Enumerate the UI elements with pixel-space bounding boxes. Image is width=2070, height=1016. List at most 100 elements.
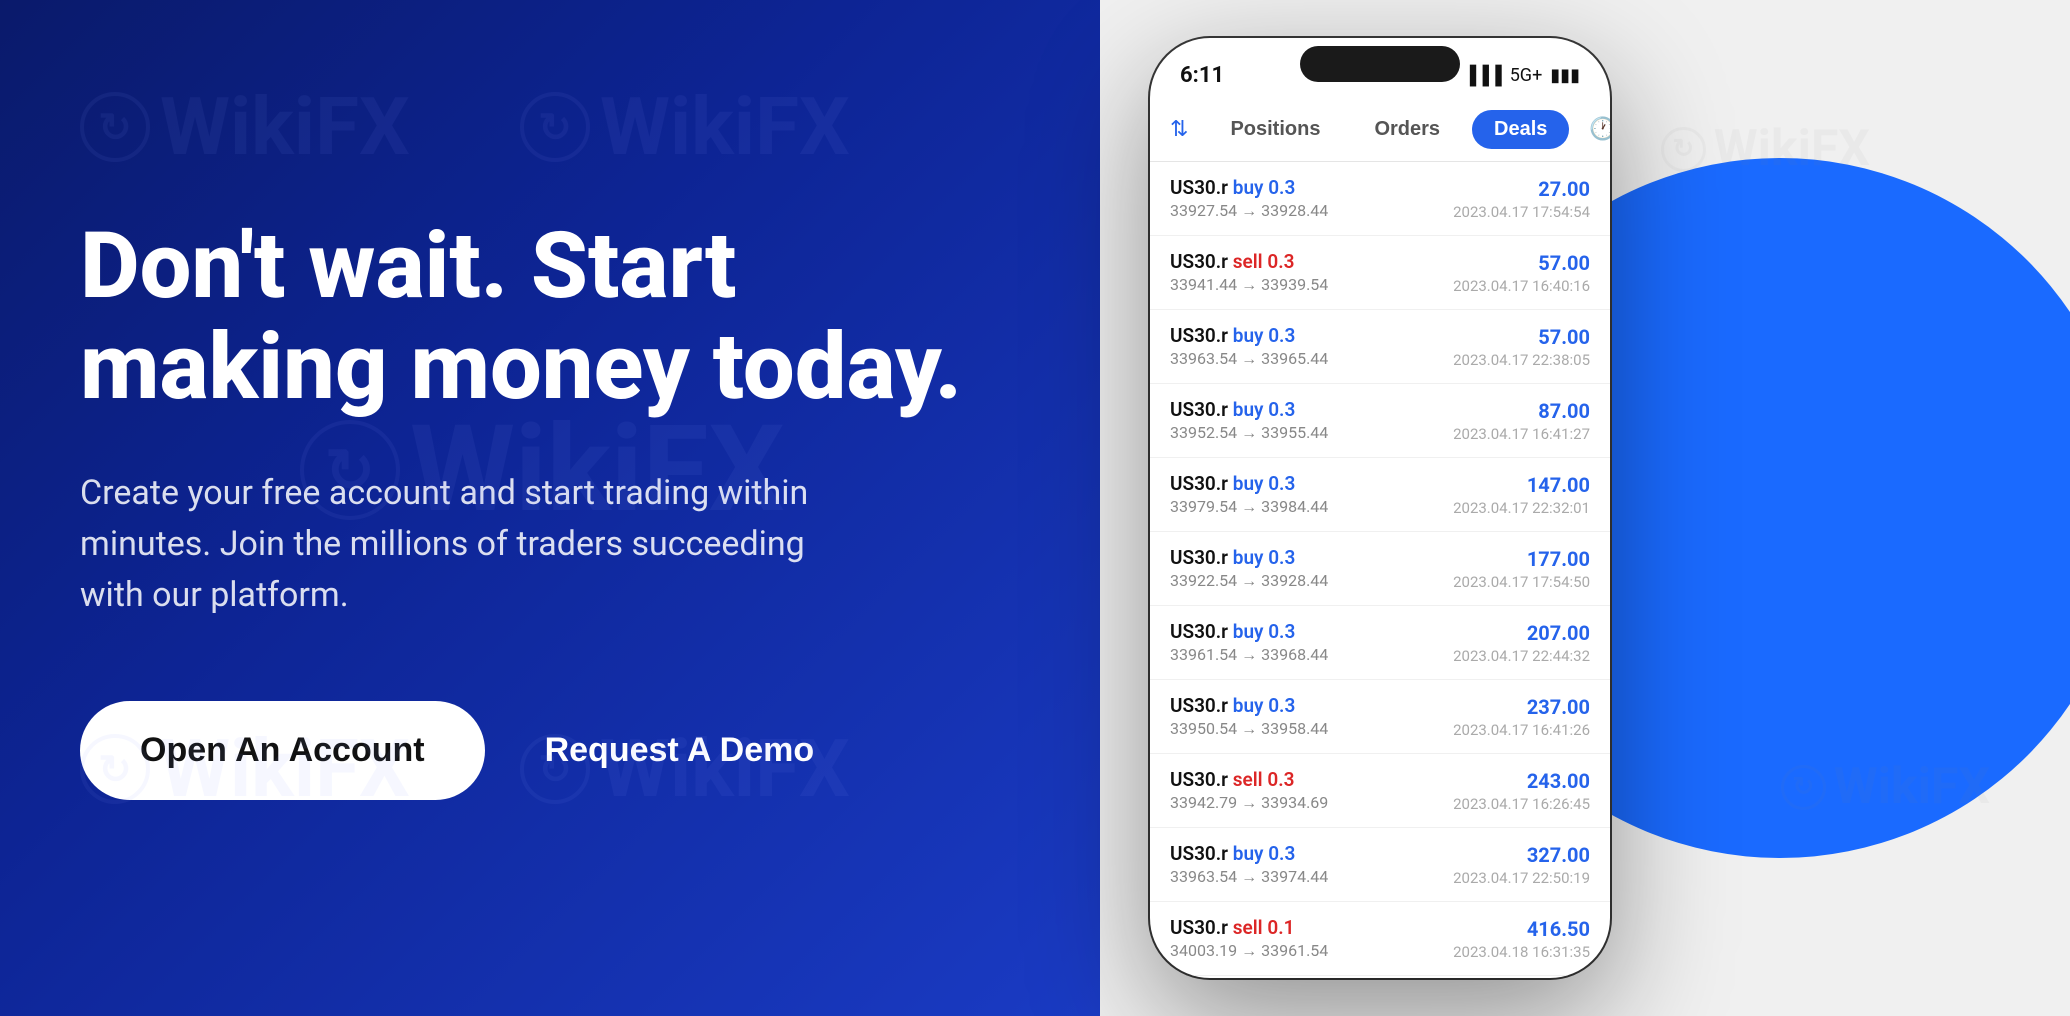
trade-instrument: US30.r sell 0.3 — [1170, 768, 1453, 791]
trade-time: 2023.04.17 22:50:19 — [1453, 869, 1590, 887]
trade-instrument: US30.r buy 0.3 — [1170, 324, 1453, 347]
trade-instrument: US30.r sell 0.1 — [1170, 916, 1453, 939]
trade-left: US30.r buy 0.3 33979.54 → 33984.44 — [1170, 472, 1453, 517]
trade-time: 2023.04.17 16:40:16 — [1453, 277, 1590, 295]
phone-status-bar: 6:11 ▐▐▐ 5G+ ▮▮▮ — [1150, 38, 1610, 98]
trade-profit: 57.00 — [1453, 251, 1590, 275]
trade-right: 27.00 2023.04.17 17:54:54 — [1453, 177, 1590, 221]
table-row: US30.r sell 0.3 33941.44 → 33939.54 57.0… — [1150, 236, 1610, 310]
trade-left: US30.r buy 0.3 33922.54 → 33928.44 — [1170, 546, 1453, 591]
trade-right: 207.00 2023.04.17 22:44:32 — [1453, 621, 1590, 665]
request-demo-button[interactable]: Request A Demo — [545, 731, 815, 770]
trade-profit: 87.00 — [1453, 399, 1590, 423]
tab-positions[interactable]: Positions — [1208, 110, 1342, 149]
subtext: Create your free account and start tradi… — [80, 468, 860, 621]
status-icons: ▐▐▐ 5G+ ▮▮▮ — [1463, 65, 1580, 86]
left-section: ↻WikiFX ↻WikiFX ↻WikiFX ↻WikiFX ↻WikiFX … — [0, 0, 1100, 1016]
trade-prices: 33927.54 → 33928.44 — [1170, 201, 1453, 221]
open-account-button[interactable]: Open An Account — [80, 701, 485, 800]
tab-deals[interactable]: Deals — [1472, 110, 1569, 149]
trade-instrument: US30.r buy 0.3 — [1170, 694, 1453, 717]
trade-right: 327.00 2023.04.17 22:50:19 — [1453, 843, 1590, 887]
trade-right: 87.00 2023.04.17 16:41:27 — [1453, 399, 1590, 443]
battery-icon: ▮▮▮ — [1550, 65, 1580, 86]
table-row: US30.r buy 0.3 33922.54 → 33928.44 177.0… — [1150, 532, 1610, 606]
trade-instrument: US30.r buy 0.3 — [1170, 398, 1453, 421]
trade-prices: 33941.44 → 33939.54 — [1170, 275, 1453, 295]
trade-time: 2023.04.17 17:54:54 — [1453, 203, 1590, 221]
clock-icon: 🕐 — [1589, 117, 1610, 142]
trade-left: US30.r sell 0.1 34003.19 → 33961.54 — [1170, 916, 1453, 961]
table-row: US30.r buy 0.3 33979.54 → 33984.44 147.0… — [1150, 458, 1610, 532]
trade-prices: 33942.79 → 33934.69 — [1170, 793, 1453, 813]
signal-bars-icon: ▐▐▐ — [1463, 65, 1501, 86]
trade-right: 57.00 2023.04.17 16:40:16 — [1453, 251, 1590, 295]
trade-left: US30.r buy 0.3 33963.54 → 33965.44 — [1170, 324, 1453, 369]
trade-instrument: US30.r buy 0.3 — [1170, 176, 1453, 199]
trade-right: 57.00 2023.04.17 22:38:05 — [1453, 325, 1590, 369]
trade-prices: 34003.19 → 33961.54 — [1170, 941, 1453, 961]
trade-time: 2023.04.17 16:26:45 — [1453, 795, 1590, 813]
trade-right: 416.50 2023.04.18 16:31:35 — [1453, 917, 1590, 961]
right-section: ↻WikiFX ↻WikiFX 6:11 ▐▐▐ 5G+ ▮▮▮ ⇅ — [1100, 0, 2070, 1016]
watermark-1: ↻WikiFX — [80, 80, 410, 174]
trade-profit: 147.00 — [1453, 473, 1590, 497]
page-wrapper: ↻WikiFX ↻WikiFX ↻WikiFX ↻WikiFX ↻WikiFX … — [0, 0, 2070, 1016]
trade-left: US30.r buy 0.3 33961.54 → 33968.44 — [1170, 620, 1453, 665]
trade-instrument: US30.r sell 0.3 — [1170, 250, 1453, 273]
trade-prices: 33979.54 → 33984.44 — [1170, 497, 1453, 517]
app-tabs: ⇅ Positions Orders Deals 🕐 — [1150, 98, 1610, 162]
trade-instrument: US30.r buy 0.3 — [1170, 546, 1453, 569]
trade-profit: 57.00 — [1453, 325, 1590, 349]
table-row: US30.r buy 0.3 33963.54 → 33965.44 57.00… — [1150, 310, 1610, 384]
trade-right: 147.00 2023.04.17 22:32:01 — [1453, 473, 1590, 517]
cta-row: Open An Account Request A Demo — [80, 701, 1020, 800]
trade-right: 177.00 2023.04.17 17:54:50 — [1453, 547, 1590, 591]
trade-instrument: US30.r buy 0.3 — [1170, 842, 1453, 865]
trade-list: US30.r buy 0.3 33927.54 → 33928.44 27.00… — [1150, 162, 1610, 978]
trade-time: 2023.04.17 22:32:01 — [1453, 499, 1590, 517]
trade-right: 243.00 2023.04.17 16:26:45 — [1453, 769, 1590, 813]
watermark-2: ↻WikiFX — [520, 80, 850, 174]
phone-mockup: 6:11 ▐▐▐ 5G+ ▮▮▮ ⇅ Positions Orders Deal… — [1150, 38, 1610, 978]
trade-prices: 33961.54 → 33968.44 — [1170, 645, 1453, 665]
trade-prices: 33963.54 → 33965.44 — [1170, 349, 1453, 369]
table-row: US30.r sell 0.3 33942.79 → 33934.69 243.… — [1150, 754, 1610, 828]
table-row: US30.r buy 0.3 33961.54 → 33968.44 207.0… — [1150, 606, 1610, 680]
main-headline: Don't wait. Start making money today. — [80, 216, 980, 418]
trade-time: 2023.04.17 22:44:32 — [1453, 647, 1590, 665]
trade-right: 237.00 2023.04.17 16:41:26 — [1453, 695, 1590, 739]
trade-time: 2023.04.18 16:31:35 — [1453, 943, 1590, 961]
trade-prices: 33963.54 → 33974.44 — [1170, 867, 1453, 887]
trade-profit: 416.50 — [1453, 917, 1590, 941]
table-row: US30.r buy 0.3 33963.54 → 33974.44 327.0… — [1150, 828, 1610, 902]
trade-instrument: US30.r buy 0.3 — [1170, 620, 1453, 643]
tab-orders[interactable]: Orders — [1352, 110, 1462, 149]
trade-time: 2023.04.17 22:38:05 — [1453, 351, 1590, 369]
trade-profit: 207.00 — [1453, 621, 1590, 645]
trade-left: US30.r buy 0.3 33927.54 → 33928.44 — [1170, 176, 1453, 221]
trade-prices: 33952.54 → 33955.44 — [1170, 423, 1453, 443]
table-row: US30.r buy 0.3 33950.54 → 33958.44 237.0… — [1150, 680, 1610, 754]
trade-prices: 33922.54 → 33928.44 — [1170, 571, 1453, 591]
trade-left: US30.r sell 0.3 33942.79 → 33934.69 — [1170, 768, 1453, 813]
sort-icon: ⇅ — [1170, 117, 1188, 142]
trade-profit: 27.00 — [1453, 177, 1590, 201]
trade-time: 2023.04.17 17:54:50 — [1453, 573, 1590, 591]
trade-left: US30.r buy 0.3 33963.54 → 33974.44 — [1170, 842, 1453, 887]
trade-left: US30.r sell 0.3 33941.44 → 33939.54 — [1170, 250, 1453, 295]
trade-left: US30.r buy 0.3 33950.54 → 33958.44 — [1170, 694, 1453, 739]
trade-profit: 237.00 — [1453, 695, 1590, 719]
table-row: US30.r buy 0.3 33952.54 → 33955.44 87.00… — [1150, 384, 1610, 458]
table-row: US30.r sell 0.1 34009.19 → 33961.54 476.… — [1150, 976, 1610, 978]
phone-app-content: ⇅ Positions Orders Deals 🕐 US30.r buy 0.… — [1150, 98, 1610, 978]
trade-time: 2023.04.17 16:41:27 — [1453, 425, 1590, 443]
trade-profit: 177.00 — [1453, 547, 1590, 571]
table-row: US30.r sell 0.1 34003.19 → 33961.54 416.… — [1150, 902, 1610, 976]
trade-time: 2023.04.17 16:41:26 — [1453, 721, 1590, 739]
trade-profit: 243.00 — [1453, 769, 1590, 793]
trade-instrument: US30.r buy 0.3 — [1170, 472, 1453, 495]
trade-prices: 33950.54 → 33958.44 — [1170, 719, 1453, 739]
table-row: US30.r buy 0.3 33927.54 → 33928.44 27.00… — [1150, 162, 1610, 236]
trade-left: US30.r buy 0.3 33952.54 → 33955.44 — [1170, 398, 1453, 443]
